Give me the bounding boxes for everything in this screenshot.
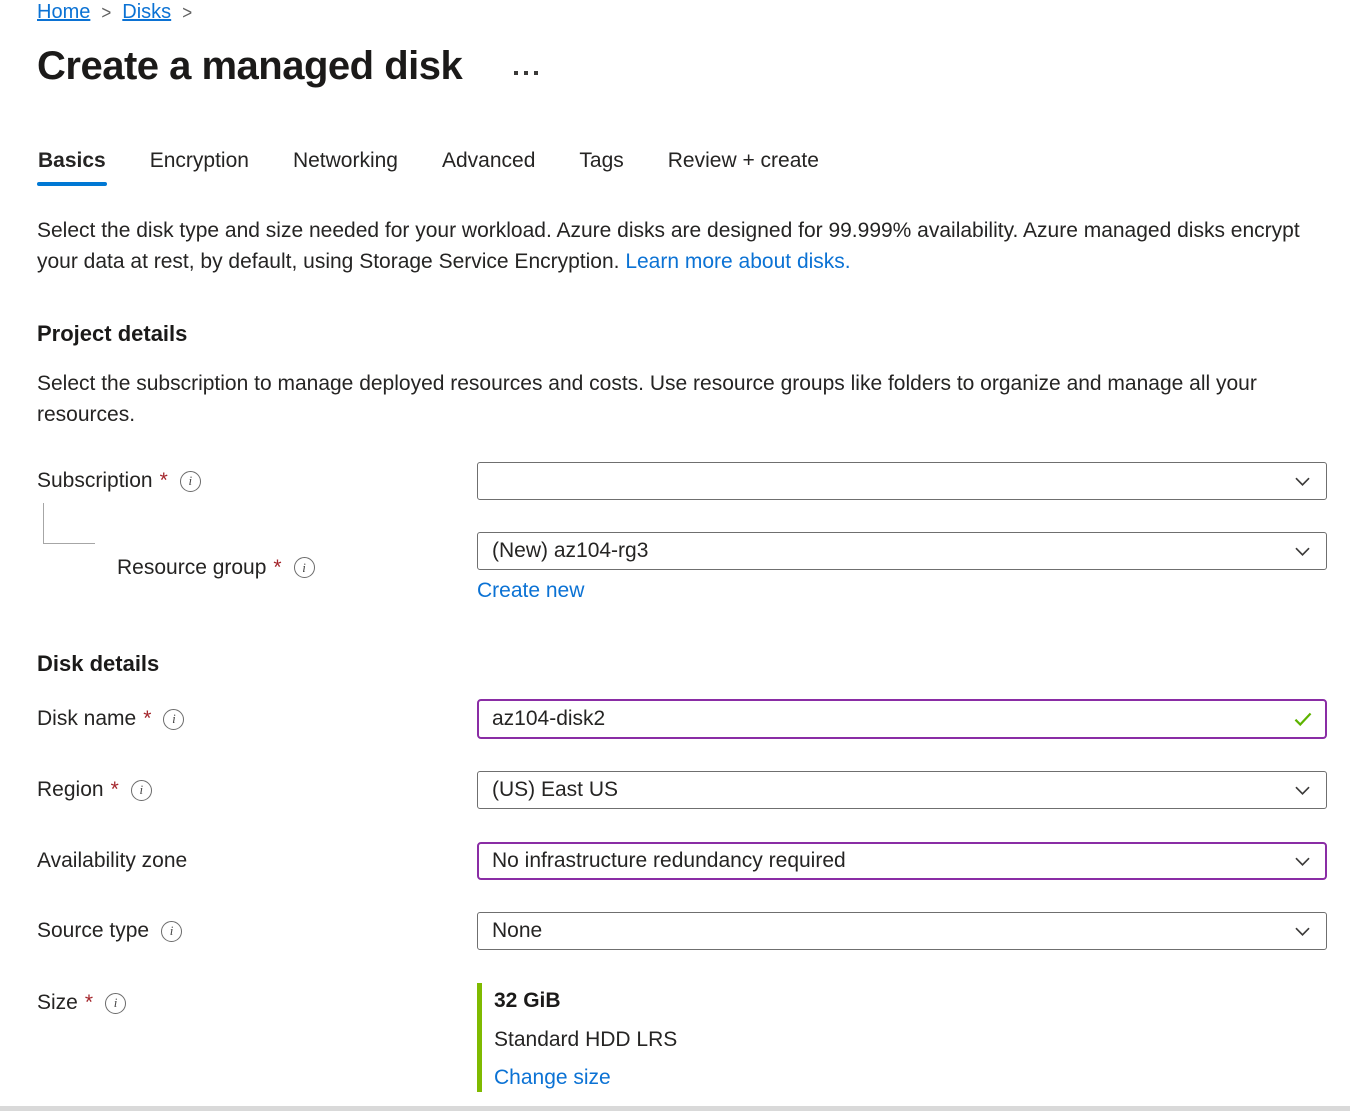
- tab-advanced[interactable]: Advanced: [441, 149, 536, 186]
- region-row: Region * i (US) East US: [37, 771, 1327, 809]
- breadcrumb-disks-link[interactable]: Disks: [122, 1, 171, 24]
- subscription-label: Subscription: [37, 469, 153, 493]
- region-label: Region: [37, 778, 104, 802]
- resource-group-label: Resource group: [117, 556, 266, 580]
- green-check-icon: [1292, 708, 1314, 735]
- required-marker: *: [143, 707, 151, 731]
- page-title: Create a managed disk: [37, 44, 462, 89]
- project-details-heading: Project details: [37, 321, 1327, 347]
- subscription-dropdown[interactable]: [477, 462, 1327, 500]
- source-type-value: None: [492, 919, 542, 943]
- size-sku: Standard HDD LRS: [494, 1028, 1327, 1052]
- disk-name-label-group: Disk name * i: [37, 707, 477, 731]
- project-details-description: Select the subscription to manage deploy…: [37, 368, 1322, 430]
- resource-group-dropdown[interactable]: (New) az104-rg3: [477, 532, 1327, 570]
- size-label: Size: [37, 991, 78, 1015]
- required-marker: *: [85, 991, 93, 1015]
- tab-tags[interactable]: Tags: [578, 149, 624, 186]
- source-type-label-group: Source type i: [37, 919, 477, 943]
- chevron-down-icon: [1293, 542, 1312, 561]
- disk-name-input[interactable]: [477, 699, 1327, 739]
- size-row: Size * i 32 GiB Standard HDD LRS Change …: [37, 983, 1327, 1092]
- disk-name-row: Disk name * i: [37, 699, 1327, 739]
- tab-basics[interactable]: Basics: [37, 149, 107, 186]
- wizard-tabs: Basics Encryption Networking Advanced Ta…: [37, 149, 1327, 186]
- region-value: (US) East US: [492, 778, 618, 802]
- tab-networking[interactable]: Networking: [292, 149, 399, 186]
- chevron-down-icon: [1293, 922, 1312, 941]
- resource-group-row: Resource group * i (New) az104-rg3 Creat…: [37, 532, 1327, 603]
- region-dropdown[interactable]: (US) East US: [477, 771, 1327, 809]
- breadcrumb: Home > Disks >: [37, 0, 1327, 24]
- required-marker: *: [111, 778, 119, 802]
- size-summary: 32 GiB Standard HDD LRS Change size: [477, 983, 1327, 1092]
- size-label-group: Size * i: [37, 983, 477, 1015]
- page-header: Create a managed disk: [37, 44, 1327, 89]
- availability-zone-label-group: Availability zone: [37, 849, 477, 873]
- source-type-dropdown[interactable]: None: [477, 912, 1327, 950]
- availability-zone-row: Availability zone No infrastructure redu…: [37, 842, 1327, 880]
- required-marker: *: [273, 556, 281, 580]
- child-field-connector: [43, 503, 95, 544]
- change-size-link[interactable]: Change size: [494, 1066, 611, 1090]
- info-icon[interactable]: i: [180, 471, 201, 492]
- resource-group-value: (New) az104-rg3: [492, 539, 648, 563]
- resource-group-label-group: Resource group * i: [37, 556, 477, 580]
- ellipsis-dot: [514, 71, 518, 75]
- horizontal-scrollbar[interactable]: [0, 1106, 1350, 1111]
- breadcrumb-separator-icon: >: [182, 1, 192, 24]
- size-value: 32 GiB: [494, 989, 1327, 1013]
- tab-review-create[interactable]: Review + create: [667, 149, 820, 186]
- required-marker: *: [160, 469, 168, 493]
- more-options-button[interactable]: [510, 67, 542, 79]
- breadcrumb-separator-icon: >: [101, 1, 111, 24]
- info-icon[interactable]: i: [294, 557, 315, 578]
- subscription-row: Subscription * i: [37, 462, 1327, 500]
- info-icon[interactable]: i: [131, 780, 152, 801]
- chevron-down-icon: [1293, 781, 1312, 800]
- availability-zone-label: Availability zone: [37, 849, 187, 873]
- learn-more-link[interactable]: Learn more about disks.: [625, 250, 850, 273]
- availability-zone-value: No infrastructure redundancy required: [492, 849, 846, 873]
- info-icon[interactable]: i: [163, 709, 184, 730]
- source-type-label: Source type: [37, 919, 149, 943]
- source-type-row: Source type i None: [37, 912, 1327, 950]
- tab-encryption[interactable]: Encryption: [149, 149, 250, 186]
- region-label-group: Region * i: [37, 778, 477, 802]
- subscription-label-group: Subscription * i: [37, 469, 477, 493]
- chevron-down-icon: [1293, 472, 1312, 491]
- ellipsis-dot: [524, 71, 528, 75]
- create-new-link[interactable]: Create new: [477, 579, 584, 603]
- info-icon[interactable]: i: [105, 993, 126, 1014]
- info-icon[interactable]: i: [161, 921, 182, 942]
- availability-zone-dropdown[interactable]: No infrastructure redundancy required: [477, 842, 1327, 880]
- chevron-down-icon: [1293, 852, 1312, 871]
- disk-name-label: Disk name: [37, 707, 136, 731]
- intro-text: Select the disk type and size needed for…: [37, 215, 1327, 277]
- breadcrumb-home-link[interactable]: Home: [37, 1, 90, 24]
- ellipsis-dot: [534, 71, 538, 75]
- disk-details-heading: Disk details: [37, 651, 1327, 677]
